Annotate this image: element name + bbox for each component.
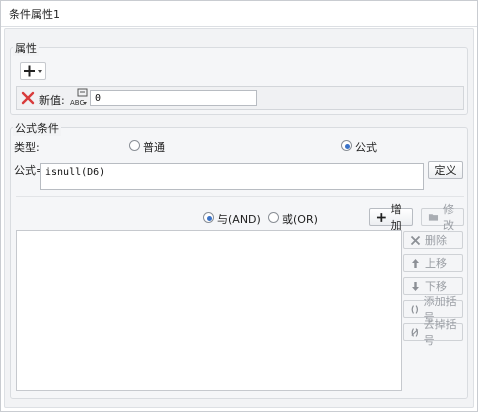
new-value-input[interactable]: 0 [90,90,257,106]
formula-input[interactable]: isnull(D6) [40,163,424,190]
separator [16,196,464,197]
red-x-icon[interactable] [21,91,35,105]
window-title: 条件属性1 [9,8,60,21]
delete-button-label: 删除 [425,234,447,247]
logic-or-label: 或(OR) [282,213,318,226]
move-up-label: 上移 [425,257,447,270]
delete-button[interactable]: 删除 [403,231,463,249]
add-attribute-button[interactable] [20,62,46,80]
plus-dropdown-icon [24,65,42,77]
remove-parentheses-label: 去掉括号 [423,318,457,347]
x-icon [410,235,421,245]
arrow-up-icon [412,258,419,268]
modify-condition-button[interactable]: 修改 [421,203,464,232]
logic-and-label: 与(AND) [217,213,261,226]
define-button-label: 定义 [434,164,457,177]
abc-formula-icon[interactable]: ABC [69,88,89,108]
condition-list[interactable] [16,230,402,391]
type-radio-formula[interactable] [341,140,352,151]
type-radio-normal[interactable] [129,140,140,151]
arrow-down-icon [412,281,419,291]
move-down-label: 下移 [425,280,447,293]
folder-icon [428,214,439,221]
define-button[interactable]: 定义 [428,161,463,179]
attribute-group-legend: 属性 [13,40,39,56]
logic-radio-or[interactable] [268,212,279,223]
add-condition-button[interactable]: 增加 [369,203,413,232]
title-bar [1,1,477,27]
type-formula-label: 公式 [355,141,377,154]
move-up-button[interactable]: 上移 [403,254,463,272]
type-normal-label: 普通 [143,141,165,154]
svg-text:ABC: ABC [70,99,84,107]
plus-icon [376,212,386,222]
formula-condition-legend: 公式条件 [13,120,61,136]
new-value-label: 新值: [39,94,65,107]
modify-condition-label: 修改 [442,203,454,232]
add-condition-label: 增加 [390,203,402,232]
remove-parentheses-button[interactable]: 去掉括号 [403,318,463,347]
remove-parentheses-icon [411,327,419,337]
type-label: 类型: [14,141,40,154]
logic-radio-and[interactable] [203,212,214,223]
parentheses-icon [411,304,419,314]
